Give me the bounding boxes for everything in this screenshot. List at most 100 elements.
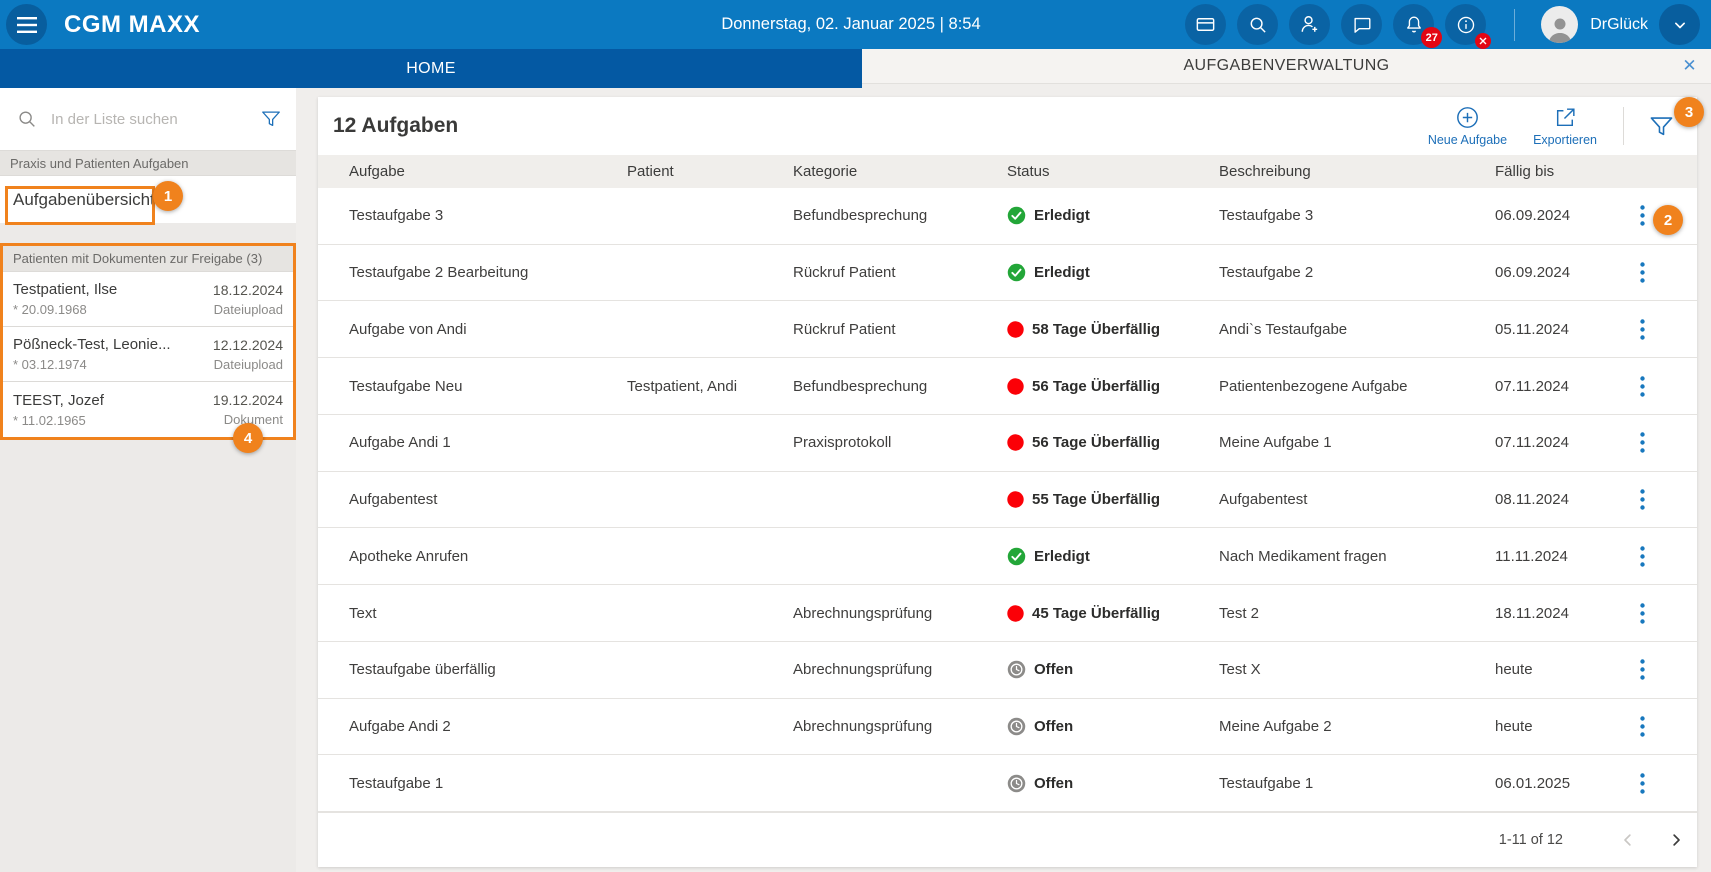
row-menu-button[interactable] <box>1629 316 1655 342</box>
patient-list-item[interactable]: Pößneck-Test, Leonie... * 03.12.1974 12.12… <box>3 327 293 382</box>
task-row[interactable]: Aufgabe Andi 1Praxisprotokoll56 Tage Übe… <box>318 415 1697 472</box>
task-cell-aufgabe: Aufgabentest <box>318 491 627 508</box>
column-header-faellig-bis[interactable]: Fällig bis <box>1495 163 1611 180</box>
notifications-button[interactable]: 27 <box>1393 4 1434 45</box>
task-row[interactable]: Aufgabe Andi 2AbrechnungsprüfungOffenMei… <box>318 699 1697 756</box>
kebab-menu-icon <box>1640 716 1645 737</box>
task-cell-actions <box>1611 657 1673 683</box>
tab-close-icon[interactable]: ✕ <box>1682 56 1697 76</box>
patient-birthdate: * 03.12.1974 <box>13 357 171 372</box>
task-cell-aufgabe: Testaufgabe 3 <box>318 207 627 224</box>
task-cell-actions <box>1611 316 1673 342</box>
pagination-next-button[interactable] <box>1663 827 1689 853</box>
patients-header: Patienten mit Dokumenten zur Freigabe (3… <box>3 246 293 272</box>
add-patient-button[interactable] <box>1289 4 1330 45</box>
task-cell-kategorie: Rückruf Patient <box>793 321 1007 338</box>
new-task-button[interactable]: Neue Aufgabe <box>1428 105 1507 147</box>
task-cell-beschreibung: Meine Aufgabe 2 <box>1219 718 1495 735</box>
new-task-label: Neue Aufgabe <box>1428 133 1507 147</box>
row-menu-button[interactable] <box>1629 260 1655 286</box>
sidebar-search-row <box>0 88 296 150</box>
task-cell-aufgabe: Testaufgabe überfällig <box>318 661 627 678</box>
tasks-card: 12 Aufgaben Neue Aufgabe Exportieren <box>318 97 1697 867</box>
column-header-aufgabe[interactable]: Aufgabe <box>318 163 627 180</box>
tab-aufgabenverwaltung[interactable]: AUFGABENVERWALTUNG ✕ <box>862 49 1711 84</box>
notification-badge: 27 <box>1421 27 1442 48</box>
document-date: 12.12.2024 <box>213 337 283 353</box>
task-cell-aufgabe: Testaufgabe 2 Bearbeitung <box>318 264 627 281</box>
status-overdue-icon <box>1007 378 1024 395</box>
hamburger-menu-button[interactable] <box>6 4 47 45</box>
topbar-datetime: Donnerstag, 02. Januar 2025 | 8:54 <box>721 15 980 34</box>
patient-name: Pößneck-Test, Leonie... <box>13 336 171 353</box>
task-cell-beschreibung: Test X <box>1219 661 1495 678</box>
row-menu-button[interactable] <box>1629 430 1655 456</box>
task-cell-aufgabe: Testaufgabe Neu <box>318 378 627 395</box>
row-menu-button[interactable] <box>1629 487 1655 513</box>
task-row[interactable]: Testaufgabe 3BefundbesprechungErledigtTe… <box>318 188 1697 245</box>
info-button[interactable] <box>1445 4 1486 45</box>
task-cell-faellig-bis: 06.09.2024 <box>1495 207 1611 224</box>
task-row[interactable]: Aufgabe von Andi Rückruf Patient 58 Tage Ü… <box>318 301 1697 358</box>
task-cell-faellig-bis: 06.01.2025 <box>1495 775 1611 792</box>
task-cell-aufgabe: Apotheke Anrufen <box>318 548 627 565</box>
patient-document-info: 12.12.2024Dateiupload <box>213 337 283 372</box>
column-header-status[interactable]: Status <box>1007 163 1219 180</box>
sidebar-item-aufgabenuebersicht[interactable]: Aufgabenübersicht 1 <box>0 176 296 223</box>
task-row[interactable]: Aufgabentest55 Tage ÜberfälligAufgabente… <box>318 472 1697 529</box>
annotation-badge-2: 2 <box>1653 205 1683 235</box>
task-row[interactable]: Apotheke AnrufenErledigtNach Medikament … <box>318 528 1697 585</box>
insurance-card-button[interactable] <box>1185 4 1226 45</box>
chat-icon <box>1351 14 1373 36</box>
task-row[interactable]: Testaufgabe NeuTestpatient, AndiBefundbe… <box>318 358 1697 415</box>
task-cell-aufgabe: Text <box>318 605 627 622</box>
table-filter-button[interactable] <box>1648 113 1675 140</box>
task-cell-aufgabe: Aufgabe von Andi <box>318 321 627 338</box>
user-menu-button[interactable] <box>1659 4 1700 45</box>
task-row[interactable]: Testaufgabe überfälligAbrechnungsprüfung… <box>318 642 1697 699</box>
patient-name: TEEST, Jozef <box>13 392 104 409</box>
patient-list-item[interactable]: Testpatient, Ilse* 20.09.196818.12.2024D… <box>3 272 293 327</box>
export-button[interactable]: Exportieren <box>1533 105 1597 147</box>
column-header-patient[interactable]: Patient <box>627 163 793 180</box>
user-avatar[interactable] <box>1541 6 1578 43</box>
column-header-beschreibung[interactable]: Beschreibung <box>1219 163 1495 180</box>
filter-icon[interactable] <box>260 108 282 130</box>
task-cell-patient: Testpatient, Andi <box>627 378 793 395</box>
task-row[interactable]: Testaufgabe 1OffenTestaufgabe 106.01.202… <box>318 755 1697 812</box>
status-label: 45 Tage Überfällig <box>1032 605 1160 622</box>
row-menu-button[interactable] <box>1629 657 1655 683</box>
task-row[interactable]: Text Abrechnungsprüfung 45 Tage Überfällig… <box>318 585 1697 642</box>
patient-documents-block: Patienten mit Dokumenten zur Freigabe (3… <box>0 243 296 440</box>
column-header-kategorie[interactable]: Kategorie <box>793 163 1007 180</box>
status-badge: 45 Tage Überfällig <box>1007 605 1219 622</box>
patient-birthdate: * 11.02.1965 <box>13 413 104 428</box>
status-overdue-icon <box>1007 605 1024 622</box>
search-icon <box>1247 14 1269 36</box>
task-cell-actions <box>1611 600 1673 626</box>
task-cell-kategorie: Abrechnungsprüfung <box>793 718 1007 735</box>
app-window: CGM MAXX Donnerstag, 02. Januar 2025 | 8… <box>0 0 1711 872</box>
row-menu-button[interactable] <box>1629 600 1655 626</box>
task-cell-faellig-bis: 05.11.2024 <box>1495 321 1611 338</box>
task-cell-kategorie: Abrechnungsprüfung <box>793 605 1007 622</box>
search-button[interactable] <box>1237 4 1278 45</box>
row-menu-button[interactable] <box>1629 543 1655 569</box>
row-menu-button[interactable] <box>1629 203 1655 229</box>
status-label: 58 Tage Überfällig <box>1032 321 1160 338</box>
row-menu-button[interactable] <box>1629 770 1655 796</box>
tab-home[interactable]: HOME <box>0 49 862 88</box>
task-row[interactable]: Testaufgabe 2 BearbeitungRückruf Patient… <box>318 245 1697 302</box>
card-header: 12 Aufgaben Neue Aufgabe Exportieren <box>318 97 1697 155</box>
sidebar: Praxis und Patienten Aufgaben Aufgabenüb… <box>0 88 296 872</box>
messages-button[interactable] <box>1341 4 1382 45</box>
search-input[interactable] <box>51 111 260 128</box>
task-cell-beschreibung: Testaufgabe 3 <box>1219 207 1495 224</box>
status-label: 56 Tage Überfällig <box>1032 378 1160 395</box>
row-menu-button[interactable] <box>1629 373 1655 399</box>
task-cell-actions <box>1611 713 1673 739</box>
kebab-menu-icon <box>1640 659 1645 680</box>
status-badge: Offen <box>1007 774 1219 793</box>
pagination-prev-button[interactable] <box>1615 827 1641 853</box>
row-menu-button[interactable] <box>1629 713 1655 739</box>
